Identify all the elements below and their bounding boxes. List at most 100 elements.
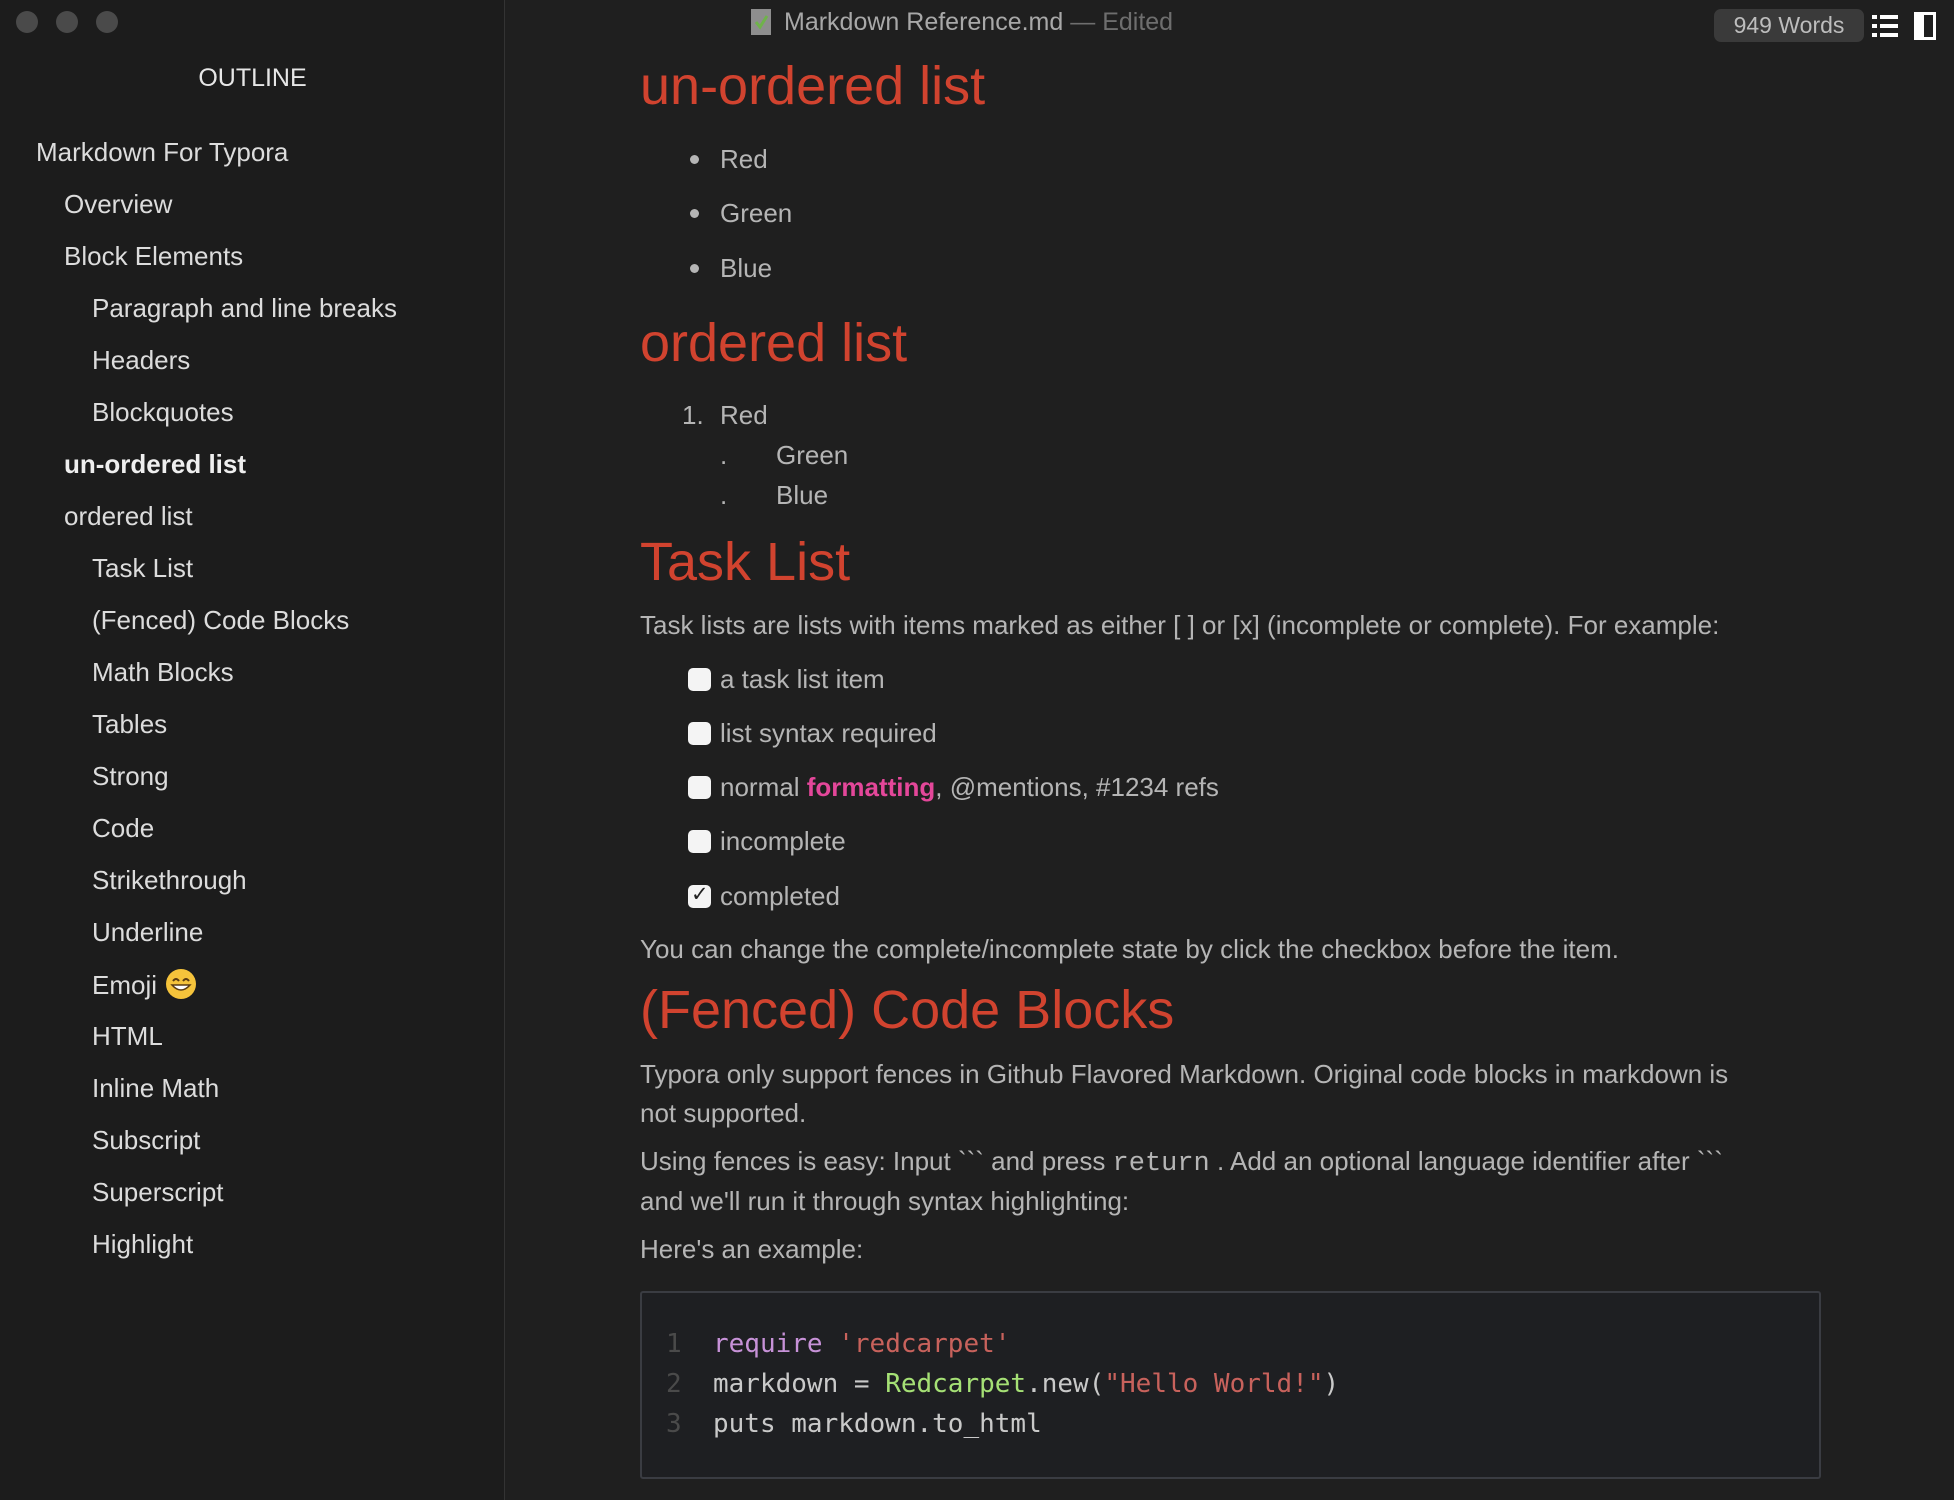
- keyword: require: [713, 1329, 823, 1359]
- edited-status: — Edited: [1070, 8, 1174, 36]
- outline-item[interactable]: Strikethrough: [92, 864, 247, 896]
- code-block[interactable]: 1 2 3 require 'redcarpet' markdown = Red…: [640, 1291, 1821, 1479]
- line-number: 2: [666, 1369, 682, 1399]
- outline-item[interactable]: HTML: [92, 1020, 163, 1052]
- outline-item-label: Math Blocks: [92, 657, 234, 687]
- smile-emoji-icon: [166, 969, 197, 999]
- outline-item[interactable]: Paragraph and line breaks: [92, 292, 397, 324]
- task-item: normal formatting, @mentions, #1234 refs: [720, 771, 1219, 803]
- outline-item[interactable]: Subscript: [92, 1124, 200, 1156]
- outline-item-label: Emoji: [92, 970, 158, 1000]
- task-checkbox[interactable]: [688, 776, 711, 799]
- heading-unordered-list: un-ordered list: [640, 56, 986, 116]
- outline-item[interactable]: Tables: [92, 708, 167, 740]
- outline-item[interactable]: Math Blocks: [92, 656, 234, 688]
- code-line: puts markdown.to_html: [713, 1409, 1042, 1439]
- outline-item[interactable]: Emoji: [92, 968, 197, 1001]
- sidebar-toggle-icon[interactable]: [1914, 12, 1936, 40]
- outline-item-label: un-ordered list: [64, 449, 247, 479]
- list-item: Red: [720, 144, 768, 174]
- outline-item-label: Inline Math: [92, 1073, 220, 1103]
- zoom-window-button[interactable]: [96, 11, 118, 33]
- word-count-badge[interactable]: 949 Words: [1714, 9, 1864, 42]
- outline-item-label: Highlight: [92, 1229, 194, 1259]
- task-checkbox[interactable]: [688, 668, 711, 691]
- task-item: list syntax required: [720, 718, 937, 748]
- outline-item-label: Markdown For Typora: [36, 137, 289, 167]
- text: Using fences is easy: Input ``` and pres…: [640, 1146, 1113, 1176]
- outline-item-label: Subscript: [92, 1125, 201, 1155]
- outline-sidebar: OUTLINE Markdown For Typora Overview Block…: [0, 0, 505, 1500]
- code-line: require 'redcarpet': [713, 1328, 1010, 1360]
- window-title: Markdown Reference.md — Edited: [751, 6, 1174, 38]
- list-item: Blue: [776, 480, 829, 510]
- heading-code-blocks: (Fenced) Code Blocks: [640, 980, 1175, 1040]
- outline-item-label: Paragraph and line breaks: [92, 293, 397, 323]
- outline-item-label: Superscript: [92, 1177, 224, 1207]
- list-item: Green: [776, 440, 849, 470]
- task-item: a task list item: [720, 664, 885, 694]
- list-item: Blue: [720, 253, 773, 283]
- bullet-icon: [690, 209, 699, 218]
- outline-item[interactable]: Headers: [92, 344, 190, 376]
- paragraph: not supported.: [640, 1098, 807, 1128]
- outline-item[interactable]: Markdown For Typora: [36, 136, 288, 168]
- inline-code: return: [1112, 1149, 1210, 1179]
- file-name: Markdown Reference.md: [784, 8, 1064, 36]
- paragraph: and we'll run it through syntax highligh…: [640, 1186, 1130, 1216]
- task-checkbox-checked[interactable]: [688, 882, 711, 908]
- list-marker: 1.: [682, 400, 704, 430]
- outline-item-label: Code: [92, 813, 155, 843]
- outline-item[interactable]: Inline Math: [92, 1072, 219, 1104]
- task-item: completed: [720, 881, 840, 911]
- code-line: markdown = Redcarpet.new("Hello World!"): [713, 1368, 1339, 1400]
- outline-title: OUTLINE: [198, 64, 307, 92]
- paragraph: You can change the complete/incomplete s…: [640, 934, 1619, 964]
- close-window-button[interactable]: [16, 11, 38, 33]
- outline-item[interactable]: Superscript: [92, 1176, 224, 1208]
- heading-task-list: Task List: [640, 532, 851, 592]
- outline-item[interactable]: Overview: [64, 188, 172, 220]
- outline-toggle-icon[interactable]: [1872, 14, 1898, 38]
- outline-item-label: Strikethrough: [92, 865, 247, 895]
- task-text: normal: [720, 772, 807, 802]
- outline-item[interactable]: Blockquotes: [92, 396, 234, 428]
- outline-item[interactable]: (Fenced) Code Blocks: [92, 604, 349, 636]
- bullet-icon: [690, 155, 699, 164]
- outline-item-label: ordered list: [64, 501, 193, 531]
- outline-item-label: Strong: [92, 761, 169, 791]
- line-number: 3: [666, 1409, 682, 1439]
- outline-item[interactable]: Highlight: [92, 1228, 193, 1260]
- paragraph: Here's an example:: [640, 1234, 864, 1264]
- outline-item-label: Overview: [64, 189, 173, 219]
- outline-item-label: Tables: [92, 709, 168, 739]
- paragraph: Using fences is easy: Input ``` and pres…: [640, 1145, 1723, 1180]
- outline-item[interactable]: ordered list: [64, 500, 193, 532]
- code-text: .new(: [1026, 1369, 1105, 1399]
- outline-item[interactable]: un-ordered list: [64, 448, 246, 480]
- list-item: Red: [720, 400, 768, 430]
- task-checkbox[interactable]: [688, 722, 711, 745]
- outline-item[interactable]: Underline: [92, 916, 203, 948]
- paragraph: Typora only support fences in Github Fla…: [640, 1059, 1729, 1089]
- outline-item-label: Block Elements: [64, 241, 244, 271]
- minimize-window-button[interactable]: [56, 11, 78, 33]
- outline-item-label: Headers: [92, 345, 191, 375]
- list-marker: .: [720, 480, 728, 510]
- heading-ordered-list: ordered list: [640, 313, 908, 373]
- outline-item[interactable]: Task List: [92, 552, 193, 584]
- outline-item[interactable]: Strong: [92, 760, 169, 792]
- outline-item-label: Task List: [92, 553, 194, 583]
- outline-item-label: (Fenced) Code Blocks: [92, 605, 350, 635]
- outline-item[interactable]: Block Elements: [64, 240, 243, 272]
- task-item: incomplete: [720, 826, 846, 856]
- bullet-icon: [690, 264, 699, 273]
- code-text: markdown =: [713, 1369, 886, 1399]
- markdown-file-icon: [751, 9, 771, 35]
- outline-item[interactable]: Code: [92, 812, 154, 844]
- task-checkbox[interactable]: [688, 830, 711, 853]
- outline-item-label: Underline: [92, 917, 204, 947]
- string: 'redcarpet': [838, 1329, 1011, 1359]
- outline-item-label: HTML: [92, 1021, 163, 1051]
- paragraph: Task lists are lists with items marked a…: [640, 610, 1720, 640]
